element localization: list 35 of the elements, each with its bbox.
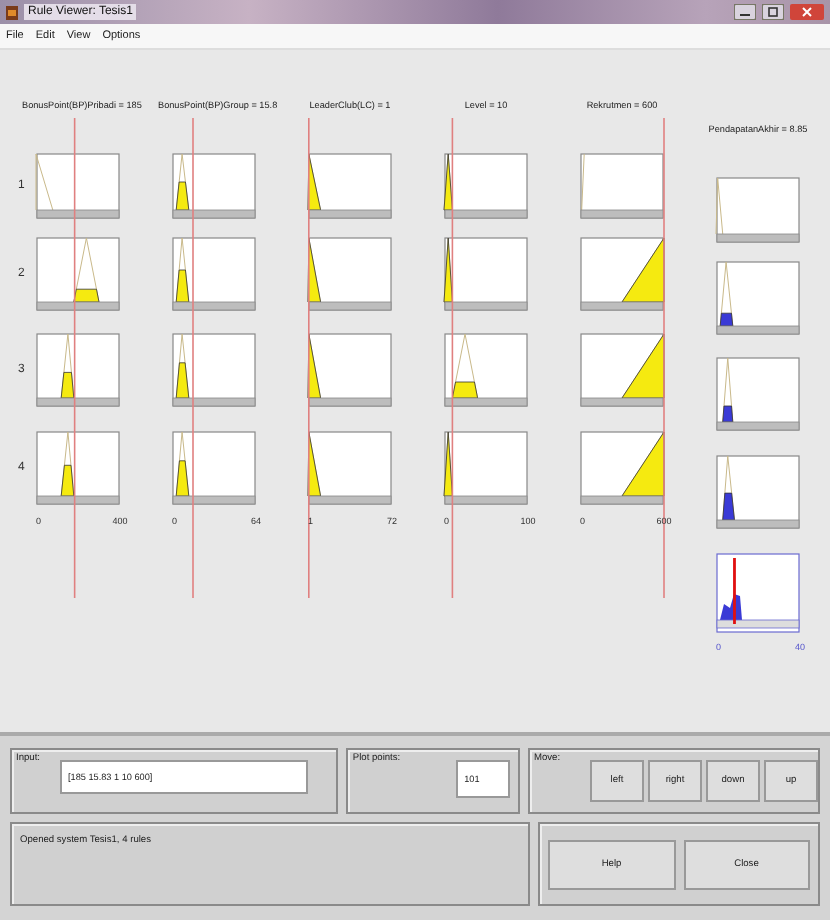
membership-plot xyxy=(36,431,120,505)
membership-plot xyxy=(307,237,392,311)
membership-plot xyxy=(443,237,528,311)
membership-plot xyxy=(580,153,664,219)
input-line[interactable] xyxy=(663,118,665,598)
minimize-icon[interactable] xyxy=(734,4,756,20)
input-line[interactable] xyxy=(73,118,76,598)
membership-plot xyxy=(443,431,528,505)
output-plot xyxy=(716,357,800,431)
output-plot xyxy=(716,261,800,335)
input-line[interactable] xyxy=(192,118,194,598)
membership-plot xyxy=(307,153,392,219)
input-line[interactable] xyxy=(451,118,454,598)
app-icon xyxy=(6,5,18,19)
membership-plot xyxy=(307,431,392,505)
maximize-icon[interactable] xyxy=(762,4,784,20)
membership-plot xyxy=(580,333,665,407)
membership-plot xyxy=(36,237,120,311)
membership-plot xyxy=(36,333,120,407)
close-icon[interactable] xyxy=(790,4,824,20)
membership-plot xyxy=(35,153,120,219)
membership-plot xyxy=(172,333,256,407)
membership-plot xyxy=(307,333,392,407)
membership-plot xyxy=(443,153,528,219)
membership-plot xyxy=(172,237,256,311)
aggregate-plot xyxy=(716,553,800,633)
output-plot xyxy=(715,177,800,243)
membership-plot xyxy=(580,431,665,505)
membership-plot xyxy=(172,431,256,505)
output-line xyxy=(733,558,736,624)
membership-plot xyxy=(172,153,256,219)
output-plot xyxy=(716,455,800,529)
membership-plot xyxy=(444,333,528,407)
input-line[interactable] xyxy=(308,118,310,598)
membership-plot xyxy=(580,237,665,311)
